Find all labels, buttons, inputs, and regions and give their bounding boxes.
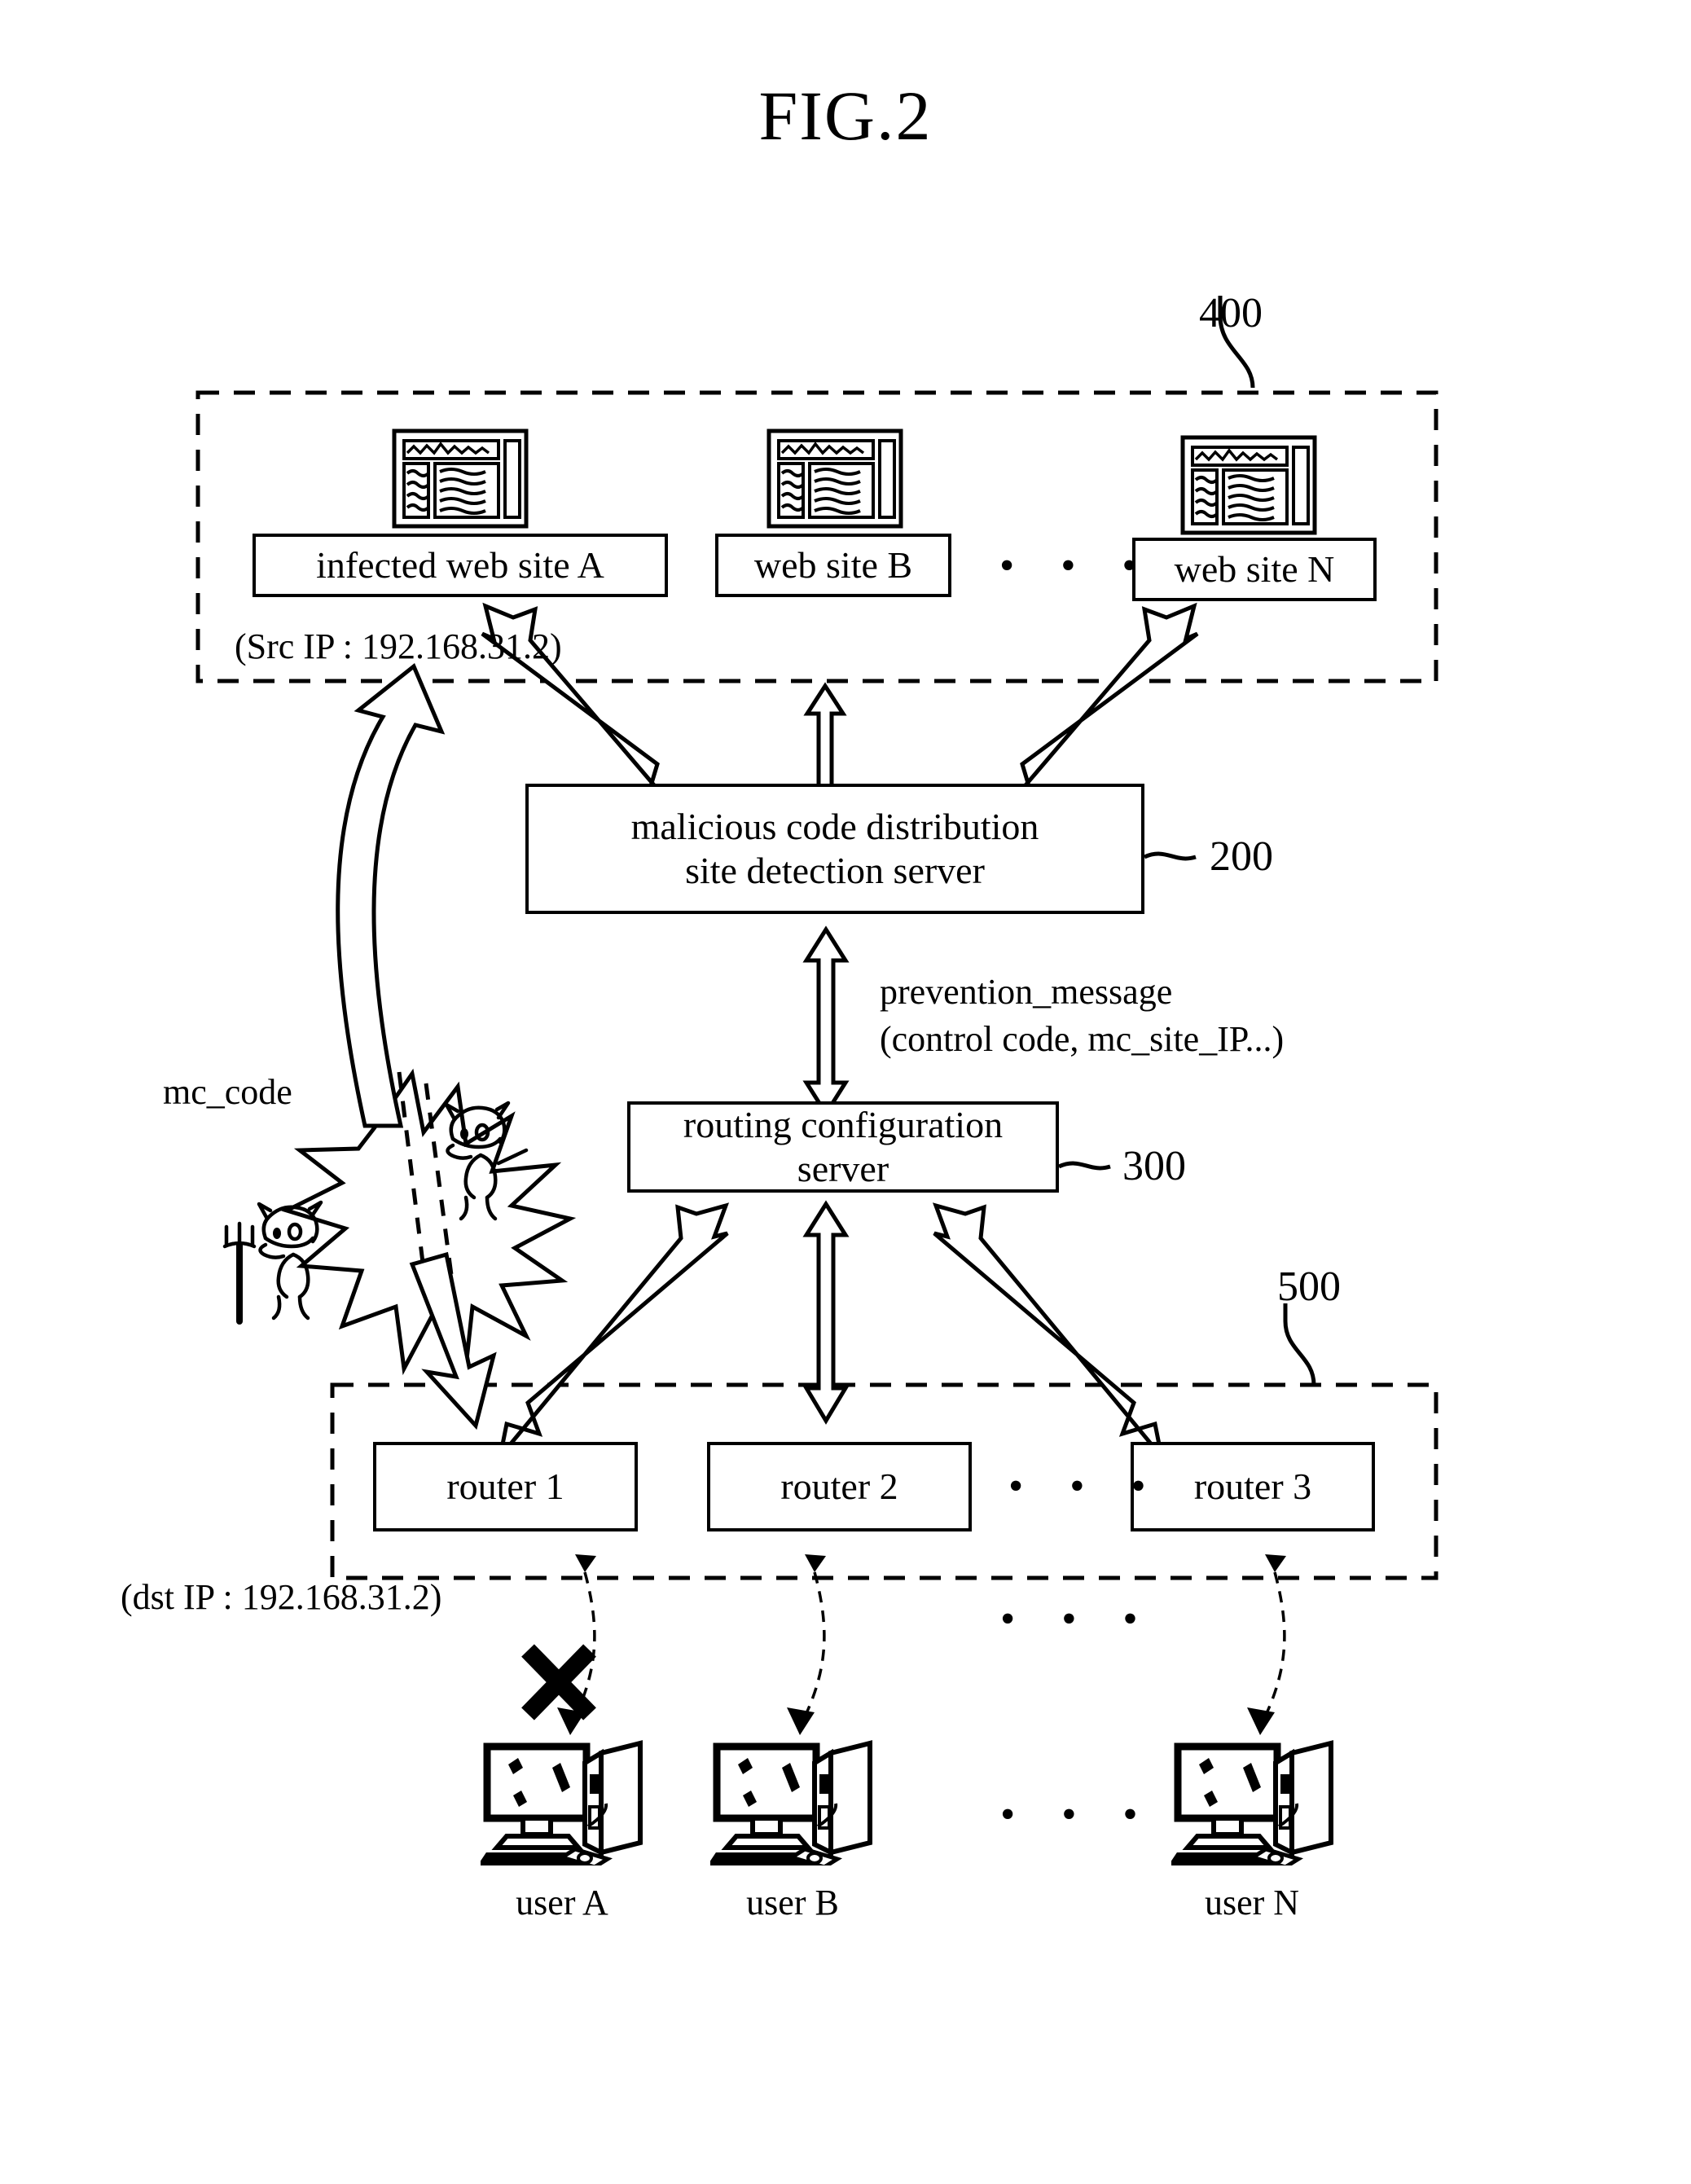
router-box-2[interactable]: router 2 [707, 1442, 977, 1536]
arrow-mc-code-to-site-a [336, 663, 446, 1128]
desktop-computer-icon-n [1168, 1735, 1342, 1870]
users-ellipsis-top: • • • [1000, 1596, 1156, 1642]
arrow-router3-userN [1247, 1554, 1286, 1735]
web-sites-ellipsis: • • • [999, 543, 1155, 589]
prevention-message-line1: prevention_message [880, 972, 1173, 1012]
arrow-routing-router2 [802, 1200, 850, 1425]
user-label-b: user B [746, 1883, 839, 1923]
ref-number-200: 200 [1210, 833, 1273, 880]
desktop-computer-icon-a [477, 1735, 652, 1870]
ref-leader-300 [1057, 1161, 1111, 1171]
routing-server-line2: server [797, 1148, 889, 1189]
mc-code-label: mc_code [163, 1072, 292, 1112]
router-label-1: router 1 [446, 1465, 564, 1507]
ref-number-500: 500 [1277, 1263, 1341, 1310]
routers-ellipsis: • • • [1008, 1463, 1164, 1509]
router-box-3[interactable]: router 3 [1131, 1442, 1380, 1536]
routing-configuration-server-box[interactable]: routing configuration server [627, 1101, 1064, 1197]
ref-number-300: 300 [1122, 1143, 1186, 1189]
browser-window-icon-b [766, 428, 904, 534]
web-site-box-n[interactable]: web site N [1132, 538, 1381, 606]
web-site-label-a: infected web site A [316, 543, 604, 586]
arrow-routing-router3 [932, 1202, 1164, 1458]
users-ellipsis-bottom: • • • [1000, 1791, 1156, 1838]
explosion-starburst-icon [281, 1068, 577, 1376]
router-box-1[interactable]: router 1 [373, 1442, 643, 1536]
router-label-3: router 3 [1193, 1465, 1312, 1507]
arrow-router2-userB [787, 1554, 826, 1735]
browser-window-icon-a [391, 428, 529, 534]
web-site-box-a[interactable]: infected web site A [253, 534, 673, 602]
routing-server-line1: routing configuration [683, 1103, 1004, 1145]
router-label-2: router 2 [780, 1465, 898, 1507]
web-site-label-n: web site N [1174, 547, 1335, 590]
ref-leader-200 [1143, 851, 1197, 861]
web-site-box-b[interactable]: web site B [715, 534, 956, 602]
prevention-message-line2: (control code, mc_site_IP...) [880, 1019, 1285, 1059]
arrow-detection-routing [802, 925, 850, 1118]
user-label-a: user A [516, 1883, 608, 1923]
arrow-routing-router1 [498, 1202, 730, 1458]
blocked-x-mark-icon [521, 1644, 596, 1720]
ref-leader-500 [1283, 1303, 1316, 1386]
web-site-label-b: web site B [753, 543, 913, 586]
dst-ip-label: (dst IP : 192.168.31.2) [121, 1577, 442, 1617]
desktop-computer-icon-b [707, 1735, 881, 1870]
src-ip-label: (Src IP : 192.168.31.2) [235, 626, 562, 666]
user-label-n: user N [1204, 1883, 1300, 1923]
ref-number-400: 400 [1199, 290, 1263, 336]
malicious-code-detection-server-box[interactable]: malicious code distribution site detecti… [525, 784, 1149, 919]
detection-server-line1: malicious code distribution [630, 805, 1039, 847]
detection-server-line2: site detection server [685, 850, 985, 891]
figure-canvas: FIG.2 .dash-box{fill:none;stroke:#000;st… [0, 0, 1691, 2184]
browser-window-icon-n [1179, 434, 1318, 540]
